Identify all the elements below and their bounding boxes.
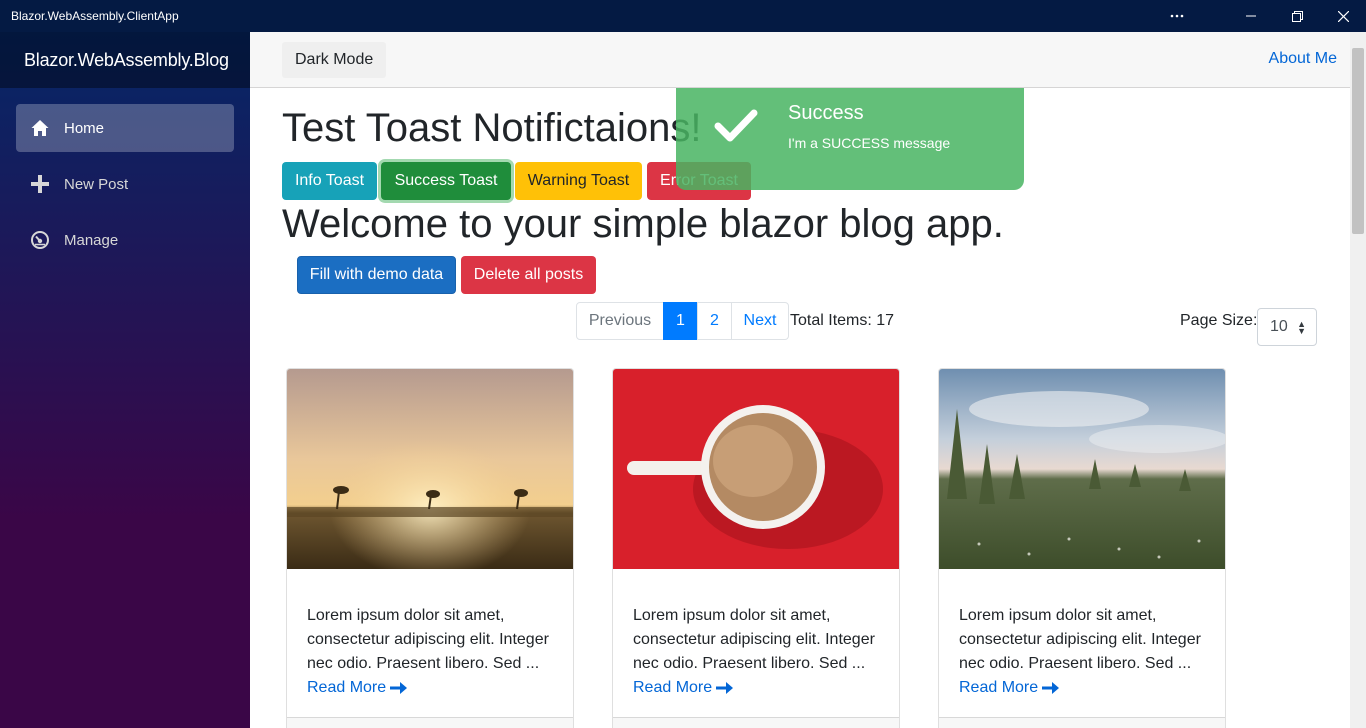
arrow-right-icon (390, 682, 408, 694)
window-titlebar: Blazor.WebAssembly.ClientApp (0, 0, 1366, 32)
sidebar-item-manage[interactable]: Manage (16, 216, 234, 264)
page-size-label: Page Size: (1180, 312, 1258, 329)
read-more-link[interactable]: Read More (959, 676, 1205, 700)
post-card-footer (613, 717, 899, 728)
close-button[interactable] (1320, 0, 1366, 32)
dashboard-icon (31, 231, 49, 249)
scrollbar-thumb[interactable] (1352, 48, 1364, 234)
post-card-body: Lorem ipsum dolor sit amet, consectetur … (613, 574, 899, 700)
toast-section-heading: Test Toast Notifictaions! (282, 106, 702, 150)
page-title: Welcome to your simple blazor blog app. (282, 202, 1004, 246)
arrow-right-icon (1042, 682, 1060, 694)
minimize-icon (1246, 15, 1256, 17)
more-options-button[interactable] (1154, 0, 1200, 32)
warning-toast-button[interactable]: Warning Toast (515, 162, 642, 200)
checkmark-icon (714, 109, 758, 142)
post-card-body: Lorem ipsum dolor sit amet, consectetur … (287, 574, 573, 700)
post-card-body: Lorem ipsum dolor sit amet, consectetur … (939, 574, 1225, 700)
meadow-trees-photo (939, 369, 1225, 569)
coffee-cup-photo (613, 369, 899, 569)
toast-message: I'm a SUCCESS message (788, 135, 951, 151)
read-more-link[interactable]: Read More (307, 676, 553, 700)
delete-all-posts-button[interactable]: Delete all posts (461, 256, 596, 294)
read-more-label: Read More (959, 679, 1039, 696)
ellipsis-icon (1170, 14, 1184, 18)
sidebar-nav: Home New Post Manage (0, 88, 250, 264)
sidebar: Blazor.WebAssembly.Blog Home New Post Ma… (0, 32, 250, 728)
minimize-button[interactable] (1228, 0, 1274, 32)
toast-heading: Success (788, 102, 864, 124)
success-toast[interactable]: Success I'm a SUCCESS message (676, 88, 1024, 190)
top-row: Dark Mode About Me (250, 32, 1350, 88)
restore-icon (1291, 10, 1303, 22)
sunset-field-photo (287, 369, 573, 569)
plus-icon (31, 175, 49, 193)
success-toast-button[interactable]: Success Toast (381, 162, 511, 200)
fill-demo-data-button[interactable]: Fill with demo data (297, 256, 456, 294)
post-card-footer (939, 717, 1225, 728)
brand-link[interactable]: Blazor.WebAssembly.Blog (0, 32, 250, 88)
page-size-select[interactable]: 10 ▲ ▼ (1257, 308, 1317, 346)
select-caret-icon: ▲ ▼ (1297, 319, 1306, 336)
sidebar-item-label: New Post (64, 175, 129, 193)
page-2-button[interactable]: 2 (697, 302, 732, 340)
close-icon (1337, 10, 1349, 22)
home-icon (31, 120, 49, 136)
sidebar-item-new-post[interactable]: New Post (16, 160, 234, 208)
post-card: Lorem ipsum dolor sit amet, consectetur … (938, 368, 1226, 728)
post-card: Lorem ipsum dolor sit amet, consectetur … (286, 368, 574, 728)
post-card-footer (287, 717, 573, 728)
restore-button[interactable] (1274, 0, 1320, 32)
post-excerpt: Lorem ipsum dolor sit amet, consectetur … (633, 607, 875, 672)
pagination: Previous 1 2 Next (576, 302, 789, 340)
post-card: Lorem ipsum dolor sit amet, consectetur … (612, 368, 900, 728)
previous-page-button[interactable]: Previous (576, 302, 664, 340)
arrow-right-icon (716, 682, 734, 694)
total-items-label: Total Items: 17 (790, 312, 895, 329)
sidebar-item-label: Manage (64, 231, 119, 249)
page-1-button[interactable]: 1 (663, 302, 698, 340)
info-toast-button[interactable]: Info Toast (282, 162, 377, 200)
dark-mode-button[interactable]: Dark Mode (282, 42, 387, 78)
window-title: Blazor.WebAssembly.ClientApp (11, 9, 179, 23)
read-more-label: Read More (633, 679, 713, 696)
read-more-label: Read More (307, 679, 387, 696)
page-size-value: 10 (1270, 318, 1288, 335)
sidebar-item-label: Home (64, 119, 105, 137)
sidebar-item-home[interactable]: Home (16, 104, 234, 152)
post-excerpt: Lorem ipsum dolor sit amet, consectetur … (959, 607, 1201, 672)
post-excerpt: Lorem ipsum dolor sit amet, consectetur … (307, 607, 549, 672)
about-me-link[interactable]: About Me (1269, 50, 1337, 68)
next-page-button[interactable]: Next (731, 302, 789, 340)
read-more-link[interactable]: Read More (633, 676, 879, 700)
